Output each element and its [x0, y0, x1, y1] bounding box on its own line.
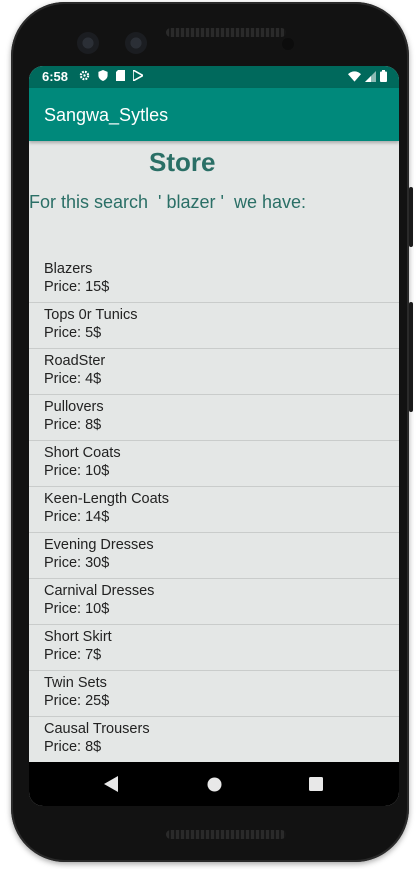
list-item[interactable]: Causal Trousers Price: 8$: [29, 717, 399, 762]
shield-icon: [98, 70, 108, 81]
item-name: RoadSter: [44, 353, 106, 369]
item-name: Evening Dresses: [44, 537, 154, 553]
earpiece-speaker: [166, 28, 286, 37]
item-name: Tops 0r Tunics: [44, 307, 138, 323]
item-price: Price: 25$: [44, 693, 110, 709]
item-price: Price: 30$: [44, 555, 110, 571]
screen: 6:58 Sangwa_Sytles Store For this search…: [29, 66, 399, 806]
item-price: Price: 5$: [44, 325, 102, 341]
item-name: Carnival Dresses: [44, 583, 155, 599]
sd-card-icon: [116, 70, 125, 81]
app-bar: Sangwa_Sytles: [29, 88, 399, 141]
item-name: Short Skirt: [44, 629, 112, 645]
status-time: 6:58: [42, 69, 69, 84]
list-item[interactable]: Short Coats Price: 10$: [29, 441, 399, 487]
bottom-speaker: [166, 830, 286, 839]
item-name: Twin Sets: [44, 675, 107, 691]
item-name: Blazers: [44, 261, 93, 277]
item-price: Price: 4$: [44, 371, 102, 387]
list-item[interactable]: Keen-Length Coats Price: 14$: [29, 487, 399, 533]
back-button[interactable]: [99, 772, 123, 796]
list-item[interactable]: Short Skirt Price: 7$: [29, 625, 399, 671]
list-item[interactable]: Pullovers Price: 8$: [29, 395, 399, 441]
gear-icon: [79, 70, 90, 81]
status-bar: 6:58: [29, 66, 399, 88]
signal-icon: [365, 70, 376, 82]
list-item[interactable]: Evening Dresses Price: 30$: [29, 533, 399, 579]
item-price: Price: 8$: [44, 739, 102, 755]
item-name: Pullovers: [44, 399, 104, 415]
item-name: Causal Trousers: [44, 721, 150, 737]
proximity-sensor: [282, 38, 294, 50]
battery-icon: [380, 70, 387, 82]
status-right-icons: [348, 70, 387, 82]
item-name: Keen-Length Coats: [44, 491, 169, 507]
wifi-icon: [348, 70, 361, 82]
list-item[interactable]: RoadSter Price: 4$: [29, 349, 399, 395]
item-price: Price: 10$: [44, 601, 110, 617]
recents-button[interactable]: [304, 772, 328, 796]
app-title: Sangwa_Sytles: [44, 105, 169, 125]
list-item[interactable]: Carnival Dresses Price: 10$: [29, 579, 399, 625]
search-result-label: For this search ' blazer ' we have:: [29, 192, 306, 212]
home-button[interactable]: [202, 772, 226, 796]
item-name: Short Coats: [44, 445, 121, 461]
item-price: Price: 7$: [44, 647, 102, 663]
list-item[interactable]: Tops 0r Tunics Price: 5$: [29, 303, 399, 349]
back-icon: [104, 776, 118, 792]
status-icons: [79, 70, 143, 81]
page-title: Store: [149, 147, 216, 177]
navigation-bar: [29, 762, 399, 806]
item-price: Price: 15$: [44, 279, 110, 295]
play-store-icon: [133, 70, 143, 81]
item-price: Price: 14$: [44, 509, 110, 525]
recents-icon: [309, 777, 323, 791]
item-price: Price: 10$: [44, 463, 110, 479]
item-price: Price: 8$: [44, 417, 102, 433]
store-content: Store For this search ' blazer ' we have…: [29, 141, 399, 762]
power-button: [409, 187, 413, 247]
list-item[interactable]: Blazers Price: 15$: [29, 257, 399, 303]
home-icon: [207, 777, 221, 791]
list-item[interactable]: Twin Sets Price: 25$: [29, 671, 399, 717]
front-camera-icon: [125, 32, 147, 54]
front-camera-icon: [77, 32, 99, 54]
volume-button: [409, 302, 413, 412]
product-list[interactable]: Blazers Price: 15$ Tops 0r Tunics Price: 5$…: [29, 257, 399, 762]
